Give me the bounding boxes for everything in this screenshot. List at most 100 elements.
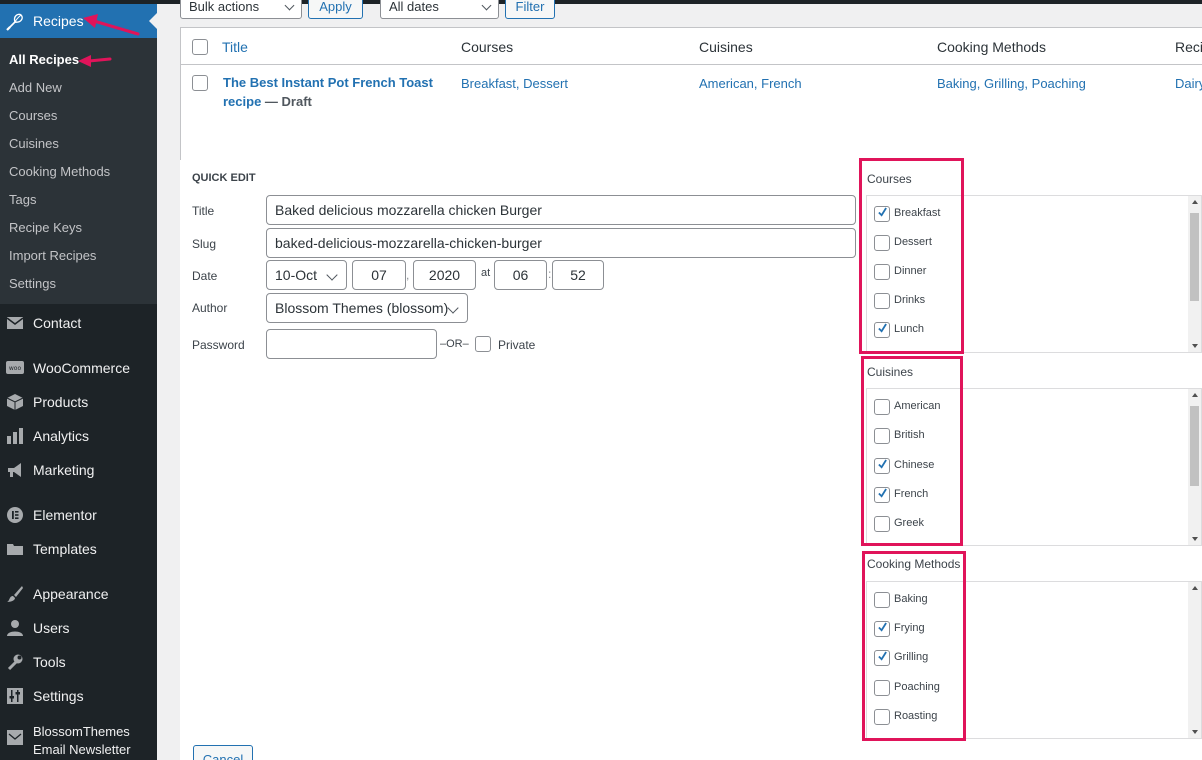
apply-button[interactable]: Apply <box>308 0 363 19</box>
slug-input[interactable]: baked-delicious-mozzarella-chicken-burge… <box>266 228 856 258</box>
submenu-recipe-keys[interactable]: Recipe Keys <box>9 220 82 235</box>
row-recipe-keys[interactable]: Dairy <box>1175 76 1202 91</box>
submenu-import-recipes[interactable]: Import Recipes <box>9 248 96 263</box>
row-title-line2: recipe — Draft <box>223 94 312 109</box>
scroll-up-icon[interactable] <box>1192 200 1198 204</box>
menu-contact-label: Contact <box>33 315 82 331</box>
menu-tools-label: Tools <box>33 654 66 670</box>
minute-input[interactable]: 52 <box>552 260 604 290</box>
scroll-down-icon[interactable] <box>1192 344 1198 348</box>
at-label: at <box>481 267 491 279</box>
megaphone-icon <box>8 463 21 477</box>
scroll-thumb[interactable] <box>1190 213 1199 301</box>
highlight-cuisines <box>861 356 963 546</box>
title-input[interactable]: Baked delicious mozzarella chicken Burge… <box>266 195 856 225</box>
chevron-down-icon <box>284 0 295 11</box>
wrench-icon <box>7 654 23 671</box>
year-input[interactable]: 2020 <box>413 260 476 290</box>
submenu-settings[interactable]: Settings <box>9 276 56 291</box>
menu-newsletter[interactable]: BlossomThemes Email Newsletter <box>0 724 157 760</box>
dates-filter-select[interactable]: All dates <box>380 0 499 19</box>
recipe-whisk-icon <box>6 13 23 31</box>
menu-products-label: Products <box>33 394 89 410</box>
paintbrush-icon <box>7 586 23 602</box>
menu-elementor-label: Elementor <box>33 507 97 523</box>
scroll-up-icon[interactable] <box>1192 393 1198 397</box>
select-all-checkbox[interactable] <box>192 39 208 55</box>
menu-analytics[interactable]: Analytics <box>0 425 157 449</box>
methods-scrollbar[interactable] <box>1188 582 1201 738</box>
date-label: Date <box>192 269 218 283</box>
menu-marketing[interactable]: Marketing <box>0 459 157 483</box>
slug-label: Slug <box>192 237 217 251</box>
highlight-courses <box>859 158 964 354</box>
scroll-thumb[interactable] <box>1190 406 1199 486</box>
folder-icon <box>7 544 23 555</box>
author-select[interactable]: Blossom Themes (blossom) <box>266 293 468 323</box>
submenu-all-recipes[interactable]: All Recipes <box>9 52 79 67</box>
annotation-arrow-recipes <box>83 14 140 36</box>
quick-edit-panel: QUICK EDIT Title Baked delicious mozzare… <box>180 160 1202 760</box>
elementor-icon <box>7 507 23 523</box>
menu-contact[interactable]: Contact <box>0 312 157 336</box>
password-input[interactable] <box>266 329 437 359</box>
row-title-link-2[interactable]: recipe <box>223 94 261 109</box>
title-label: Title <box>192 204 215 218</box>
chevron-down-icon <box>481 0 492 11</box>
cancel-button[interactable]: Cancel <box>193 745 253 760</box>
menu-templates-label: Templates <box>33 541 97 557</box>
filter-button[interactable]: Filter <box>505 0 555 19</box>
submenu-tags[interactable]: Tags <box>9 192 36 207</box>
scroll-up-icon[interactable] <box>1192 586 1198 590</box>
menu-tools[interactable]: Tools <box>0 651 157 675</box>
bar-chart-icon <box>7 428 23 444</box>
current-menu-caret <box>149 13 157 29</box>
row-cooking-methods[interactable]: Baking, Grilling, Poaching <box>937 76 1086 91</box>
hour-input[interactable]: 06 <box>494 260 547 290</box>
private-checkbox[interactable] <box>475 336 491 352</box>
bulk-actions-select[interactable]: Bulk actions <box>180 0 302 19</box>
menu-woocommerce-label: WooCommerce <box>33 360 130 376</box>
day-input[interactable]: 07 <box>352 260 406 290</box>
menu-marketing-label: Marketing <box>33 462 95 478</box>
menu-settings-label: Settings <box>33 688 84 704</box>
menu-users-label: Users <box>33 620 70 636</box>
private-label: Private <box>498 338 536 352</box>
recipes-table: Title Courses Cuisines Cooking Methods R… <box>180 27 1202 160</box>
menu-woocommerce[interactable]: woo WooCommerce <box>0 357 157 381</box>
menu-templates[interactable]: Templates <box>0 538 157 562</box>
menu-newsletter-label: BlossomThemes Email Newsletter <box>33 723 131 759</box>
author-label: Author <box>192 301 228 315</box>
menu-products[interactable]: Products <box>0 391 157 415</box>
chevron-down-icon <box>326 269 338 281</box>
cuisines-scrollbar[interactable] <box>1188 389 1201 545</box>
scroll-down-icon[interactable] <box>1192 537 1198 541</box>
highlight-cooking-methods <box>862 551 966 741</box>
row-cuisines[interactable]: American, French <box>699 76 802 91</box>
submenu-add-new[interactable]: Add New <box>9 80 62 95</box>
menu-settings[interactable]: Settings <box>0 685 157 709</box>
row-courses[interactable]: Breakfast, Dessert <box>461 76 568 91</box>
month-select[interactable]: 10-Oct <box>266 260 347 290</box>
woocommerce-icon: woo <box>6 361 24 374</box>
chevron-down-icon <box>447 302 459 314</box>
user-icon <box>7 620 23 636</box>
column-courses: Courses <box>461 39 514 55</box>
month-value: 10-Oct <box>275 267 318 283</box>
menu-users[interactable]: Users <box>0 617 157 641</box>
submenu-cuisines[interactable]: Cuisines <box>9 136 59 151</box>
submenu-courses[interactable]: Courses <box>9 108 57 123</box>
submenu-cooking-methods[interactable]: Cooking Methods <box>9 164 110 179</box>
menu-elementor[interactable]: Elementor <box>0 504 157 528</box>
menu-appearance[interactable]: Appearance <box>0 583 157 607</box>
recipes-submenu: All Recipes Add New Courses Cuisines Coo… <box>0 38 157 304</box>
row-title-link[interactable]: The Best Instant Pot French Toast <box>223 75 433 90</box>
password-label: Password <box>192 338 245 352</box>
column-title[interactable]: Title <box>222 39 248 55</box>
dates-filter-value: All dates <box>389 0 439 14</box>
column-cuisines: Cuisines <box>699 39 753 55</box>
courses-scrollbar[interactable] <box>1188 196 1201 352</box>
newsletter-line-2: Email Newsletter <box>33 742 131 757</box>
row-checkbox[interactable] <box>192 75 208 91</box>
scroll-down-icon[interactable] <box>1192 730 1198 734</box>
